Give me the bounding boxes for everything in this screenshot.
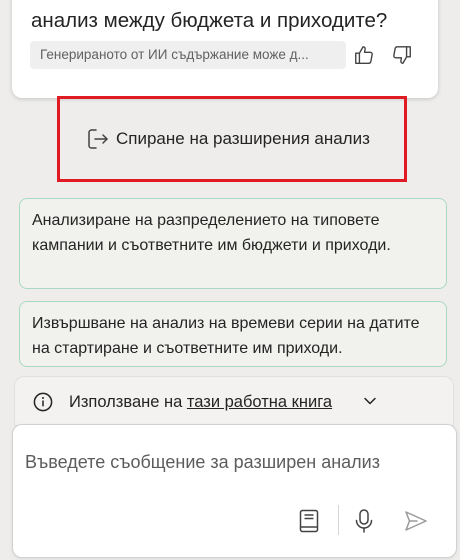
message-input[interactable] (25, 445, 447, 479)
answer-card: анализ между бюджета и приходите? Генери… (12, 0, 438, 98)
thumb-up-icon (355, 46, 373, 64)
notebook-icon (299, 509, 319, 533)
send-icon (405, 511, 427, 531)
send-button[interactable] (402, 507, 430, 535)
microphone-icon (355, 509, 373, 533)
context-text: Използване на тази работна книга (69, 377, 332, 427)
notebook-button[interactable] (296, 507, 322, 535)
thumb-up-button[interactable] (352, 42, 376, 68)
composer-divider (338, 505, 339, 535)
context-prefix: Използване на (69, 393, 183, 411)
thumb-down-icon (393, 46, 411, 64)
exit-arrow-icon (88, 129, 108, 149)
suggestion-card[interactable]: Извършване на анализ на времеви серии на… (19, 301, 447, 367)
message-composer (12, 424, 457, 558)
answer-question-text: анализ между бюджета и приходите? (31, 9, 388, 32)
microphone-button[interactable] (352, 507, 376, 535)
info-icon (33, 392, 53, 412)
workbook-link[interactable]: тази работна книга (187, 393, 332, 411)
chevron-down-icon[interactable] (363, 394, 377, 408)
suggestion-card[interactable]: Анализиране на разпределението на типове… (19, 198, 447, 289)
ai-disclaimer-badge: Генерираното от ИИ съдържание може д... (30, 41, 346, 69)
context-bar: Използване на тази работна книга (14, 376, 454, 426)
stop-advanced-analysis-label: Спиране на разширения анализ (116, 129, 370, 148)
thumb-down-button[interactable] (390, 42, 414, 68)
stop-advanced-analysis-button[interactable]: Спиране на разширения анализ (86, 124, 370, 154)
